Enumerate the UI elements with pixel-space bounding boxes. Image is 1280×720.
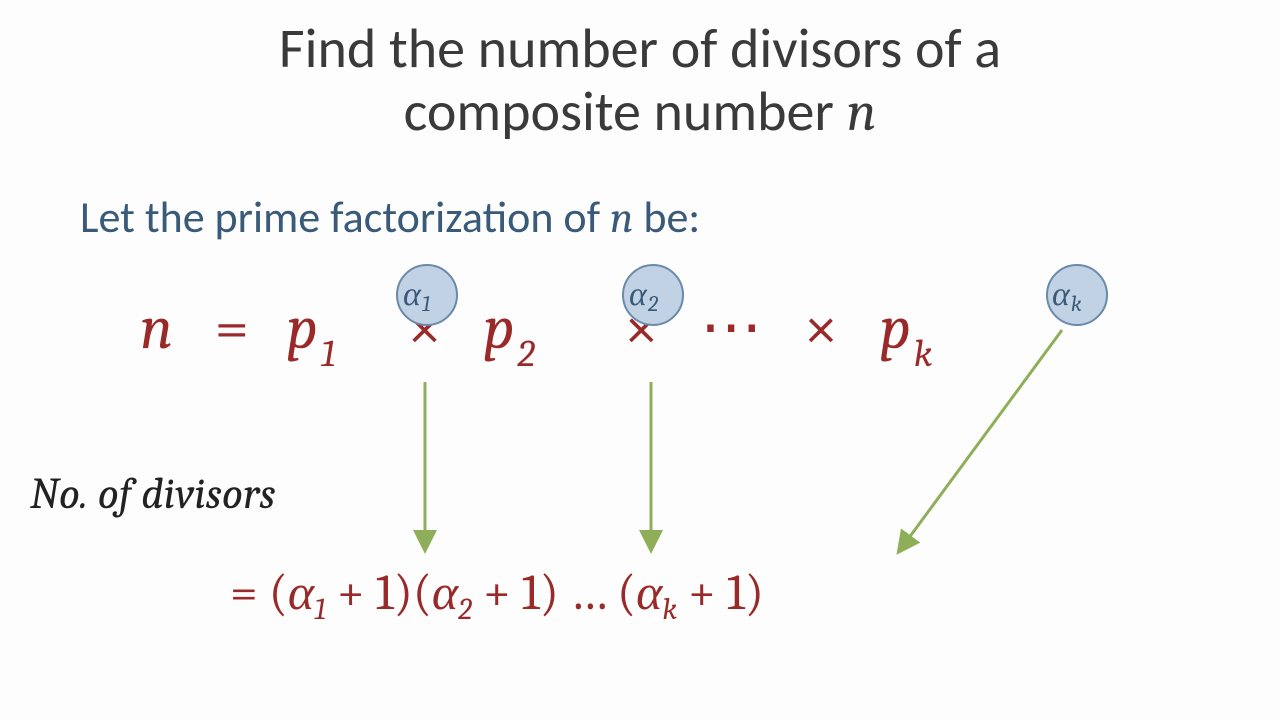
alpha: α: [636, 564, 662, 622]
paren-open: (: [269, 564, 288, 622]
sub-pre: Let the prime factorization of: [80, 190, 610, 244]
paren-close: ): [394, 564, 413, 622]
plus-one: + 1: [472, 564, 540, 622]
title-line-1: Find the number of divisors of a: [279, 15, 1001, 83]
times-3: ×: [804, 292, 838, 364]
alpha: α: [288, 564, 314, 622]
sub-post: be:: [633, 190, 700, 244]
prime-pk: pk: [880, 292, 911, 364]
sub-variable-n: n: [610, 192, 633, 243]
p-letter: p: [287, 292, 318, 364]
alpha-sub-1: 1: [422, 291, 431, 317]
eq1-dots: ⋯: [700, 292, 762, 364]
paren-close: ): [745, 564, 764, 622]
alpha-sub-k: k: [1071, 291, 1082, 317]
title-variable-n: n: [847, 80, 877, 144]
alpha: α: [432, 564, 458, 622]
exponent-alpha2: α2: [629, 274, 658, 314]
alpha-symbol: α: [403, 274, 421, 314]
eq2-equals: =: [230, 564, 269, 622]
p-letter: p: [483, 292, 514, 364]
sub-1: 1: [314, 592, 326, 627]
subheading: Let the prime factorization of n be:: [80, 190, 700, 244]
paren-close: ): [540, 564, 559, 622]
label-number-of-divisors: No. of divisors: [30, 468, 276, 519]
prime-p1: p1: [287, 292, 318, 364]
exponent-alphak: αk: [1052, 274, 1082, 314]
eq2-dots: …: [570, 564, 617, 622]
plus-one: + 1: [677, 564, 745, 622]
factorization-equation: n = p1 × p2 × ⋯ × pk: [140, 290, 913, 364]
alpha-symbol: α: [1052, 274, 1070, 314]
divisor-count-equation: = (α1 + 1)(α2 + 1) … (αk + 1): [230, 563, 764, 622]
alpha-sub-2: 2: [648, 291, 658, 317]
sub-2: 2: [458, 592, 472, 627]
sub-k: k: [662, 592, 677, 627]
exponent-alpha1: α1: [403, 274, 431, 314]
p-sub-1: 1: [321, 332, 336, 376]
p-sub-k: k: [914, 332, 933, 376]
prime-p2: p2: [483, 292, 514, 364]
eq1-lhs-n: n: [140, 292, 173, 364]
paren-open: (: [413, 564, 432, 622]
alpha-symbol: α: [629, 274, 647, 314]
paren-open: (: [617, 564, 636, 622]
slide-title: Find the number of divisors of a composi…: [0, 18, 1280, 143]
eq1-equals: =: [215, 292, 275, 364]
p-sub-2: 2: [517, 332, 534, 376]
title-line-2-pre: composite number: [404, 78, 847, 146]
plus-one: + 1: [326, 564, 394, 622]
p-letter: p: [880, 292, 911, 364]
